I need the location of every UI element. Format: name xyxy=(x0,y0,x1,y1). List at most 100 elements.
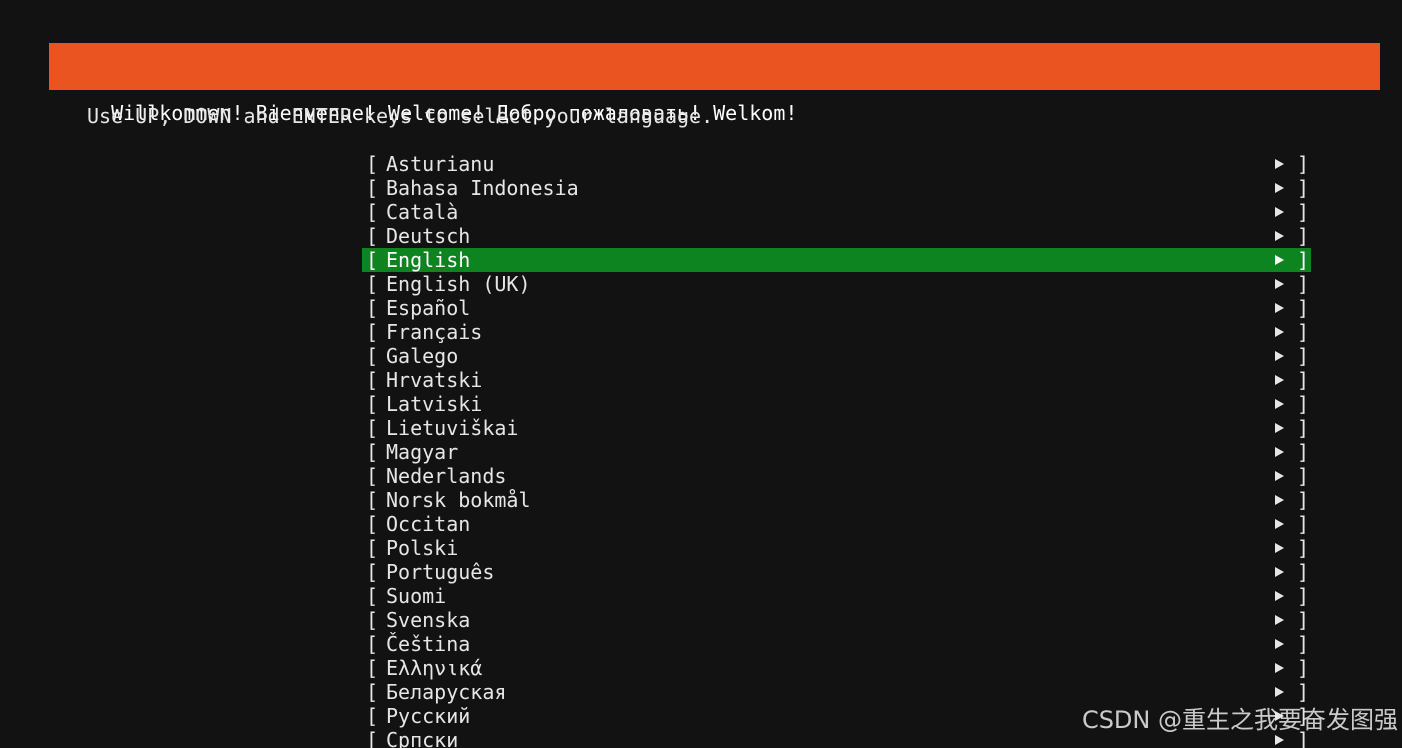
close-bracket: ] xyxy=(1297,200,1310,224)
language-option[interactable]: [Deutsch] xyxy=(362,224,1311,248)
right-triangle-icon xyxy=(1275,639,1284,649)
open-bracket: [ xyxy=(366,272,379,296)
open-bracket: [ xyxy=(366,368,379,392)
right-triangle-icon xyxy=(1275,495,1284,505)
language-label: Deutsch xyxy=(386,224,471,248)
close-bracket: ] xyxy=(1297,464,1310,488)
open-bracket: [ xyxy=(366,248,379,272)
right-triangle-icon xyxy=(1275,687,1284,697)
close-bracket: ] xyxy=(1297,512,1310,536)
close-bracket: ] xyxy=(1297,152,1310,176)
close-bracket: ] xyxy=(1297,272,1310,296)
language-option[interactable]: [Galego] xyxy=(362,344,1311,368)
language-label: Occitan xyxy=(386,512,471,536)
open-bracket: [ xyxy=(366,632,379,656)
instructions-text: Use UP, DOWN and ENTER keys to select yo… xyxy=(87,104,714,128)
right-triangle-icon xyxy=(1275,327,1284,337)
open-bracket: [ xyxy=(366,392,379,416)
right-triangle-icon xyxy=(1275,591,1284,601)
language-option[interactable]: [Suomi] xyxy=(362,584,1311,608)
close-bracket: ] xyxy=(1297,560,1310,584)
language-option[interactable]: [Ελληνικά] xyxy=(362,656,1311,680)
close-bracket: ] xyxy=(1297,656,1310,680)
close-bracket: ] xyxy=(1297,536,1310,560)
close-bracket: ] xyxy=(1297,344,1310,368)
right-triangle-icon xyxy=(1275,399,1284,409)
language-option[interactable]: [Português] xyxy=(362,560,1311,584)
language-option[interactable]: [English (UK)] xyxy=(362,272,1311,296)
close-bracket: ] xyxy=(1297,608,1310,632)
right-triangle-icon xyxy=(1275,471,1284,481)
close-bracket: ] xyxy=(1297,632,1310,656)
right-triangle-icon xyxy=(1275,231,1284,241)
open-bracket: [ xyxy=(366,488,379,512)
right-triangle-icon xyxy=(1275,279,1284,289)
open-bracket: [ xyxy=(366,296,379,320)
close-bracket: ] xyxy=(1297,176,1310,200)
language-label: English xyxy=(386,248,471,272)
right-triangle-icon xyxy=(1275,375,1284,385)
watermark: CSDN @重生之我要奋发图强 xyxy=(1081,706,1398,734)
language-label: Català xyxy=(386,200,459,224)
close-bracket: ] xyxy=(1297,368,1310,392)
language-option[interactable]: [ Čeština] xyxy=(362,632,1311,656)
open-bracket: [ xyxy=(366,320,379,344)
right-triangle-icon xyxy=(1275,543,1284,553)
language-option[interactable]: [Lietuviškai] xyxy=(362,416,1311,440)
language-option[interactable]: [Magyar] xyxy=(362,440,1311,464)
language-option[interactable]: [ Nederlands] xyxy=(362,464,1311,488)
close-bracket: ] xyxy=(1297,440,1310,464)
language-option[interactable]: [ Norsk bokmål] xyxy=(362,488,1311,512)
language-option[interactable]: [ Occitan] xyxy=(362,512,1311,536)
close-bracket: ] xyxy=(1297,392,1310,416)
open-bracket: [ xyxy=(366,704,379,728)
language-label: Norsk bokmål xyxy=(386,488,531,512)
right-triangle-icon xyxy=(1275,303,1284,313)
language-label: Asturianu xyxy=(386,152,495,176)
language-label: Ελληνικά xyxy=(386,656,483,680)
language-option[interactable]: [Bahasa Indonesia] xyxy=(362,176,1311,200)
right-triangle-icon xyxy=(1275,255,1284,265)
language-option[interactable]: [Latviski] xyxy=(362,392,1311,416)
language-option[interactable]: [ Hrvatski] xyxy=(362,368,1311,392)
language-label: Nederlands xyxy=(386,464,507,488)
open-bracket: [ xyxy=(366,512,379,536)
open-bracket: [ xyxy=(366,344,379,368)
close-bracket: ] xyxy=(1297,680,1310,704)
language-label: Hrvatski xyxy=(386,368,483,392)
language-option[interactable]: [English] xyxy=(362,248,1311,272)
language-option[interactable]: [Español] xyxy=(362,296,1311,320)
open-bracket: [ xyxy=(366,224,379,248)
language-label: Čeština xyxy=(386,632,471,656)
language-label: Français xyxy=(386,320,483,344)
right-triangle-icon xyxy=(1275,663,1284,673)
close-bracket: ] xyxy=(1297,296,1310,320)
open-bracket: [ xyxy=(366,608,379,632)
language-label: Русский xyxy=(386,704,471,728)
language-label: Српски xyxy=(386,728,459,748)
open-bracket: [ xyxy=(366,416,379,440)
language-label: Suomi xyxy=(386,584,447,608)
open-bracket: [ xyxy=(366,680,379,704)
language-option[interactable]: [ Français] xyxy=(362,320,1311,344)
welcome-banner: Willkommen! Bienvenue! Welcome! Добро по… xyxy=(49,43,1380,125)
right-triangle-icon xyxy=(1275,183,1284,193)
open-bracket: [ xyxy=(366,176,379,200)
right-triangle-icon xyxy=(1275,351,1284,361)
close-bracket: ] xyxy=(1297,320,1310,344)
right-triangle-icon xyxy=(1275,447,1284,457)
right-triangle-icon xyxy=(1275,567,1284,577)
open-bracket: [ xyxy=(366,536,379,560)
language-label: Lietuviškai xyxy=(386,416,519,440)
language-label: Svenska xyxy=(386,608,471,632)
right-triangle-icon xyxy=(1275,519,1284,529)
language-option[interactable]: [Català] xyxy=(362,200,1311,224)
open-bracket: [ xyxy=(366,464,379,488)
close-bracket: ] xyxy=(1297,488,1310,512)
language-option[interactable]: [ Svenska] xyxy=(362,608,1311,632)
right-triangle-icon xyxy=(1275,735,1284,745)
language-label: Português xyxy=(386,560,495,584)
language-option[interactable]: [Polski] xyxy=(362,536,1311,560)
language-option[interactable]: [Беларуская] xyxy=(362,680,1311,704)
language-option[interactable]: [Asturianu] xyxy=(362,152,1311,176)
